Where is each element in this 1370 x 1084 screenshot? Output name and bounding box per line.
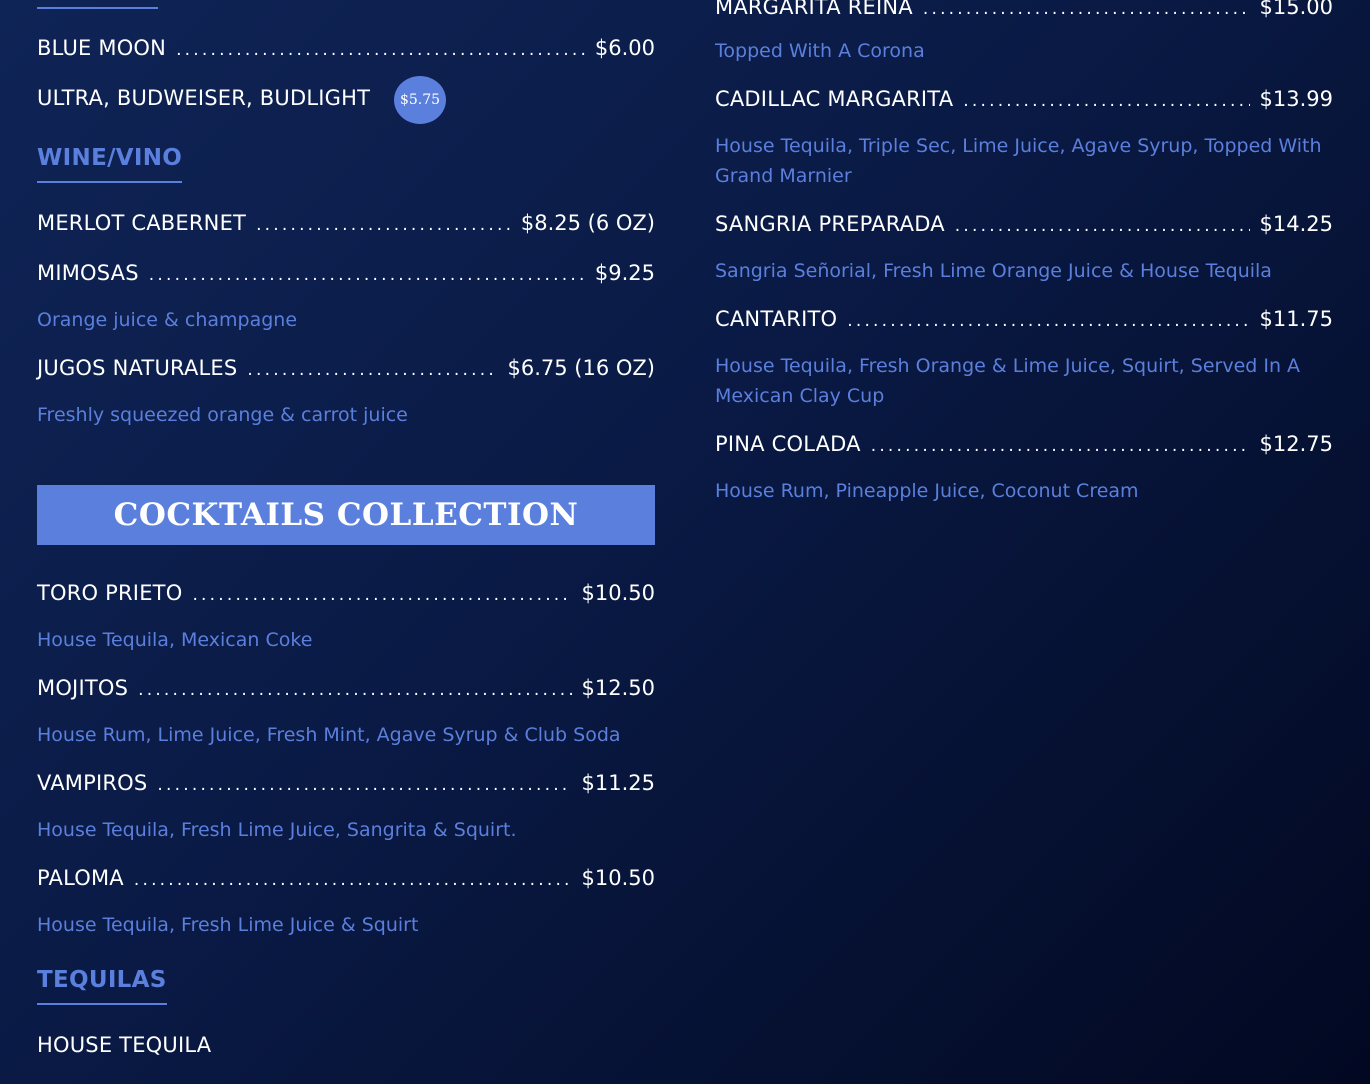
item-description: Sangria Señorial, Fresh Lime Orange Juic…: [715, 260, 1272, 282]
dot-leader: ........................................…: [247, 360, 497, 380]
section-heading-wine: WINE/VINO: [37, 143, 183, 183]
dot-leader: ........................................…: [847, 311, 1249, 331]
item-name: VAMPIROS: [37, 771, 148, 795]
item-name: TORO PRIETO: [37, 581, 183, 605]
item-description: House Tequila, Triple Sec, Lime Juice, A…: [715, 135, 1322, 187]
cocktails-banner: COCKTAILS COLLECTION: [37, 485, 655, 545]
item-description: House Tequila, Fresh Lime Juice, Sangrit…: [37, 819, 517, 841]
dot-leader: ........................................…: [256, 215, 511, 235]
dot-leader: ........................................…: [922, 0, 1250, 19]
item-name: CANTARITO: [715, 307, 838, 331]
item-name: PINA COLADA: [715, 432, 861, 456]
menu-item-house-tequila: HOUSE TEQUILA: [37, 1030, 655, 1060]
menu-item-paloma: PALOMA .................................…: [37, 863, 655, 893]
menu-item-pina-colada: PINA COLADA ............................…: [715, 429, 1333, 459]
item-description: House Rum, Lime Juice, Fresh Mint, Agave…: [37, 724, 621, 746]
item-description: House Tequila, Fresh Orange & Lime Juice…: [715, 355, 1301, 407]
item-price: $13.99: [1259, 87, 1333, 111]
item-price: $12.75: [1259, 432, 1333, 456]
dot-leader: ........................................…: [870, 436, 1250, 456]
menu-item-jugos-naturales: JUGOS NATURALES ........................…: [37, 353, 655, 383]
section-underline: [37, 7, 158, 9]
item-price: $11.25: [581, 771, 655, 795]
item-name: PALOMA: [37, 866, 124, 890]
menu-item-margarita-reina: MARGARITA REINA ........................…: [715, 0, 1333, 22]
item-price: $10.50: [581, 581, 655, 605]
menu-item-sangria-preparada: SANGRIA PREPARADA ......................…: [715, 209, 1333, 239]
item-price: $15.00: [1259, 0, 1333, 19]
item-name: SANGRIA PREPARADA: [715, 212, 945, 236]
item-price: $8.25 (6 OZ): [520, 211, 655, 235]
menu-item-vampiros: VAMPIROS ...............................…: [37, 768, 655, 798]
dot-leader: ........................................…: [963, 91, 1250, 111]
item-name: MIMOSAS: [37, 261, 139, 285]
item-description: Orange juice & champagne: [37, 309, 298, 331]
dot-leader: ........................................…: [954, 216, 1250, 236]
item-price: $14.25: [1259, 212, 1333, 236]
menu-item-toro-prieto: TORO PRIETO ............................…: [37, 578, 655, 608]
item-price: $6.75 (16 OZ): [507, 356, 656, 380]
dot-leader: ........................................…: [133, 870, 572, 890]
menu-item-blue-moon: BLUE MOON ..............................…: [37, 33, 655, 63]
item-description: Freshly squeezed orange & carrot juice: [37, 404, 408, 426]
item-description: House Rum, Pineapple Juice, Coconut Crea…: [715, 480, 1139, 502]
item-name: MARGARITA REINA: [715, 0, 913, 19]
menu-item-cantarito: CANTARITO ..............................…: [715, 304, 1333, 334]
menu-item-merlot: MERLOT CABERNET ........................…: [37, 208, 655, 238]
item-name: MERLOT CABERNET: [37, 211, 247, 235]
item-price: $6.00: [594, 36, 655, 60]
item-name: JUGOS NATURALES: [37, 356, 238, 380]
menu-item-mimosas: MIMOSAS ................................…: [37, 258, 655, 288]
dot-leader: ........................................…: [148, 265, 585, 285]
menu-item-mojitos: MOJITOS ................................…: [37, 673, 655, 703]
item-name: BLUE MOON: [37, 36, 167, 60]
item-price: $9.25: [594, 261, 655, 285]
section-heading-tequilas: TEQUILAS: [37, 965, 167, 1005]
item-name: ULTRA, BUDWEISER, BUDLIGHT: [37, 86, 371, 110]
menu-item-cadillac-margarita: CADILLAC MARGARITA .....................…: [715, 84, 1333, 114]
item-price: $10.50: [581, 866, 655, 890]
dot-leader: ........................................…: [176, 40, 585, 60]
dot-leader: ........................................…: [157, 775, 571, 795]
price-badge: $5.75: [394, 76, 446, 124]
item-description: House Tequila, Mexican Coke: [37, 629, 313, 651]
dot-leader: ........................................…: [192, 585, 572, 605]
item-price: $11.75: [1259, 307, 1333, 331]
dot-leader: ........................................…: [138, 680, 571, 700]
item-description: House Tequila, Fresh Lime Juice & Squirt: [37, 914, 419, 936]
item-name: MOJITOS: [37, 676, 129, 700]
item-price: $12.50: [581, 676, 655, 700]
menu-item-ultra: ULTRA, BUDWEISER, BUDLIGHT: [37, 83, 370, 113]
item-description: Topped With A Corona: [715, 40, 925, 62]
item-name: HOUSE TEQUILA: [37, 1033, 212, 1057]
item-name: CADILLAC MARGARITA: [715, 87, 954, 111]
